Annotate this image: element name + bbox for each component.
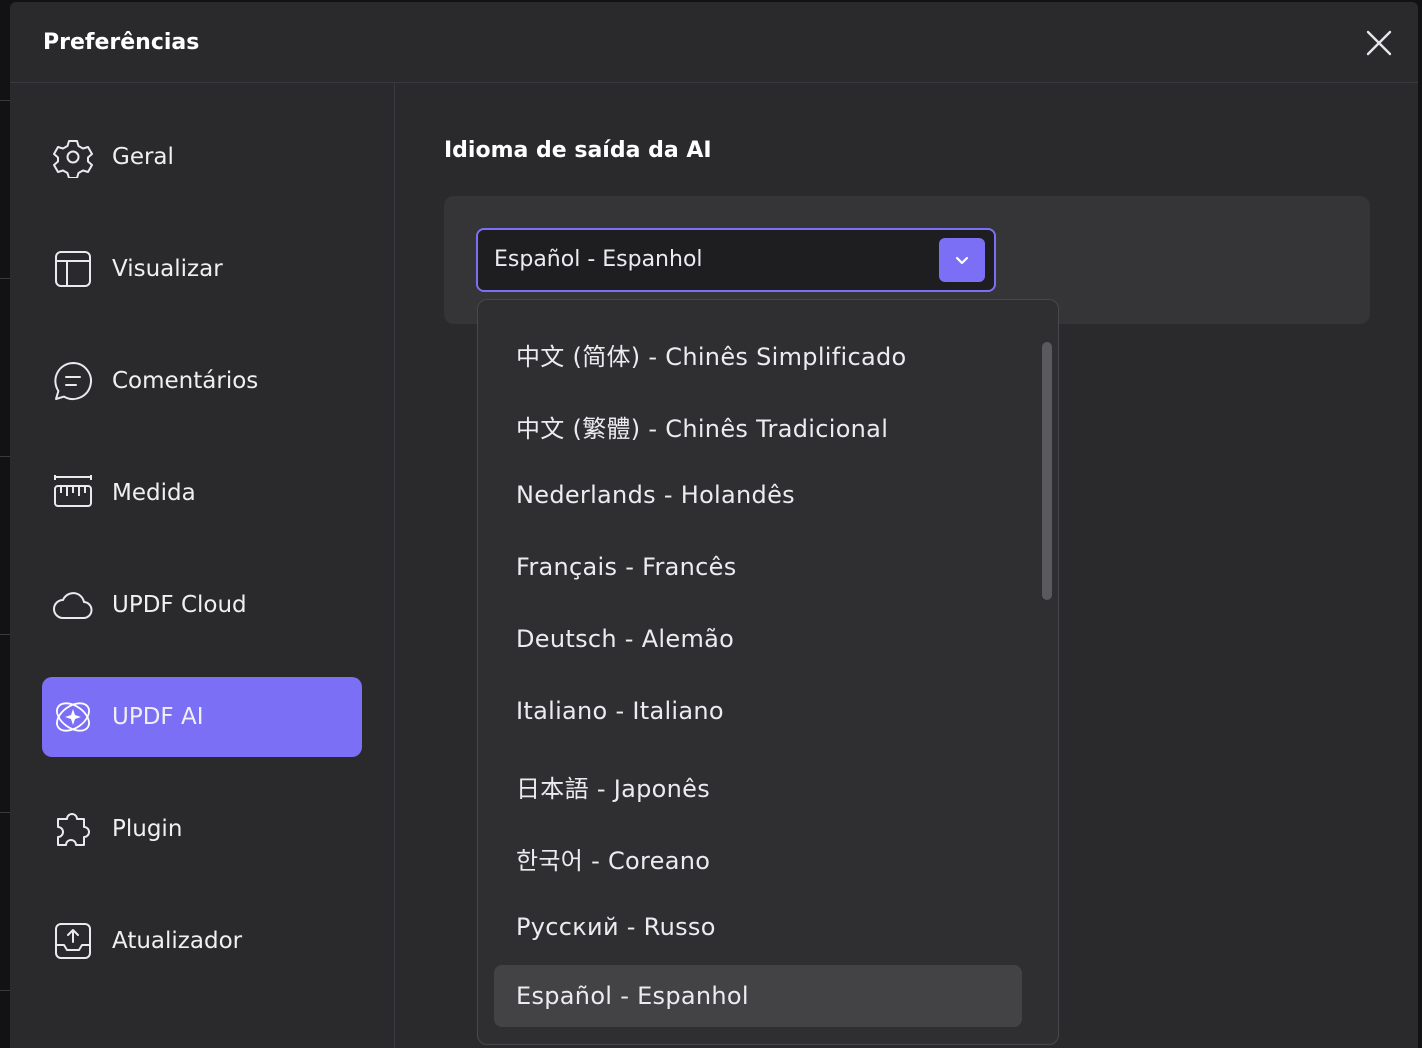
ruler-icon [54, 475, 92, 507]
puzzle-icon [57, 813, 90, 846]
dropdown-option[interactable]: Deutsch - Alemão [494, 608, 1022, 670]
sidebar-item-label: Comentários [112, 368, 259, 394]
dropdown-option-label: Deutsch - Alemão [516, 625, 735, 653]
dropdown-scrollbar[interactable] [1042, 342, 1052, 600]
backdrop-divider [0, 456, 10, 457]
dropdown-option-label: 中文 (繁體) - Chinês Tradicional [516, 415, 889, 443]
dropdown-option-label: Italiano - Italiano [516, 697, 724, 725]
dropdown-option-label: 中文 (简体) - Chinês Simplificado [516, 343, 907, 371]
dropdown-option-label: 日本語 - Japonês [516, 775, 711, 803]
layout-icon [55, 251, 91, 287]
sidebar-item-label: UPDF Cloud [112, 592, 247, 618]
language-dropdown-menu: 中文 (简体) - Chinês Simplificado 中文 (繁體) - … [477, 299, 1059, 1045]
language-select[interactable]: Español - Espanhol [476, 228, 996, 292]
update-icon [55, 923, 91, 959]
backdrop-divider [0, 990, 10, 991]
sidebar-item-medida[interactable]: Medida [42, 453, 362, 533]
dialog-title: Preferências [43, 30, 200, 55]
dropdown-option[interactable]: 中文 (繁體) - Chinês Tradicional [494, 392, 1022, 454]
dropdown-option[interactable]: 中文 (简体) - Chinês Simplificado [494, 320, 1022, 382]
backdrop-divider [0, 634, 10, 635]
sidebar-item-label: UPDF AI [112, 704, 204, 730]
ai-sparkle-icon [56, 702, 90, 732]
sidebar-item-label: Medida [112, 480, 196, 506]
backdrop-divider [0, 100, 10, 101]
language-select-value: Español - Espanhol [494, 247, 703, 272]
dropdown-option-label: Español - Espanhol [516, 982, 749, 1010]
dropdown-option[interactable]: 한국어 - Coreano [494, 824, 1022, 886]
dropdown-option[interactable]: Nederlands - Holandês [494, 464, 1022, 526]
dropdown-option[interactable]: Français - Francês [494, 536, 1022, 598]
sidebar-item-updf-cloud[interactable]: UPDF Cloud [42, 565, 362, 645]
dropdown-option[interactable]: Русский - Russo [494, 896, 1022, 958]
sidebar-item-plugin[interactable]: Plugin [42, 789, 362, 869]
cloud-icon [53, 592, 93, 619]
dropdown-option-selected[interactable]: Español - Espanhol [494, 965, 1022, 1027]
sidebar-item-visualizar[interactable]: Visualizar [42, 229, 362, 309]
preferences-dialog: Preferências Geral Visualizar Comentário… [10, 2, 1418, 1048]
section-title: Idioma de saída da AI [444, 138, 712, 163]
sidebar-item-updf-ai[interactable]: UPDF AI [42, 677, 362, 757]
dropdown-option-label: 한국어 - Coreano [516, 847, 711, 875]
dropdown-option[interactable]: 日本語 - Japonês [494, 752, 1022, 814]
sidebar-item-label: Plugin [112, 816, 183, 842]
backdrop-divider [0, 812, 10, 813]
chevron-down-icon [955, 256, 969, 265]
gear-icon [53, 140, 93, 178]
close-icon [1366, 30, 1392, 56]
sidebar-item-label: Geral [112, 144, 174, 170]
dialog-header: Preferências [10, 2, 1418, 83]
sidebar: Geral Visualizar Comentários Medida UPDF… [10, 83, 395, 1048]
main-content: Idioma de saída da AI Español - Espanhol… [395, 83, 1418, 1048]
dropdown-option-label: Français - Francês [516, 553, 737, 581]
close-button[interactable] [1362, 26, 1396, 60]
sidebar-item-atualizador[interactable]: Atualizador [42, 901, 362, 981]
sidebar-item-label: Atualizador [112, 928, 243, 954]
dropdown-option[interactable]: Italiano - Italiano [494, 680, 1022, 742]
comment-icon [54, 362, 92, 400]
dropdown-option-label: Русский - Russo [516, 913, 716, 941]
sidebar-item-geral[interactable]: Geral [42, 117, 362, 197]
backdrop-divider [0, 278, 10, 279]
dropdown-toggle-button[interactable] [939, 238, 985, 282]
sidebar-item-comentarios[interactable]: Comentários [42, 341, 362, 421]
sidebar-item-label: Visualizar [112, 256, 223, 282]
dropdown-option-label: Nederlands - Holandês [516, 481, 795, 509]
